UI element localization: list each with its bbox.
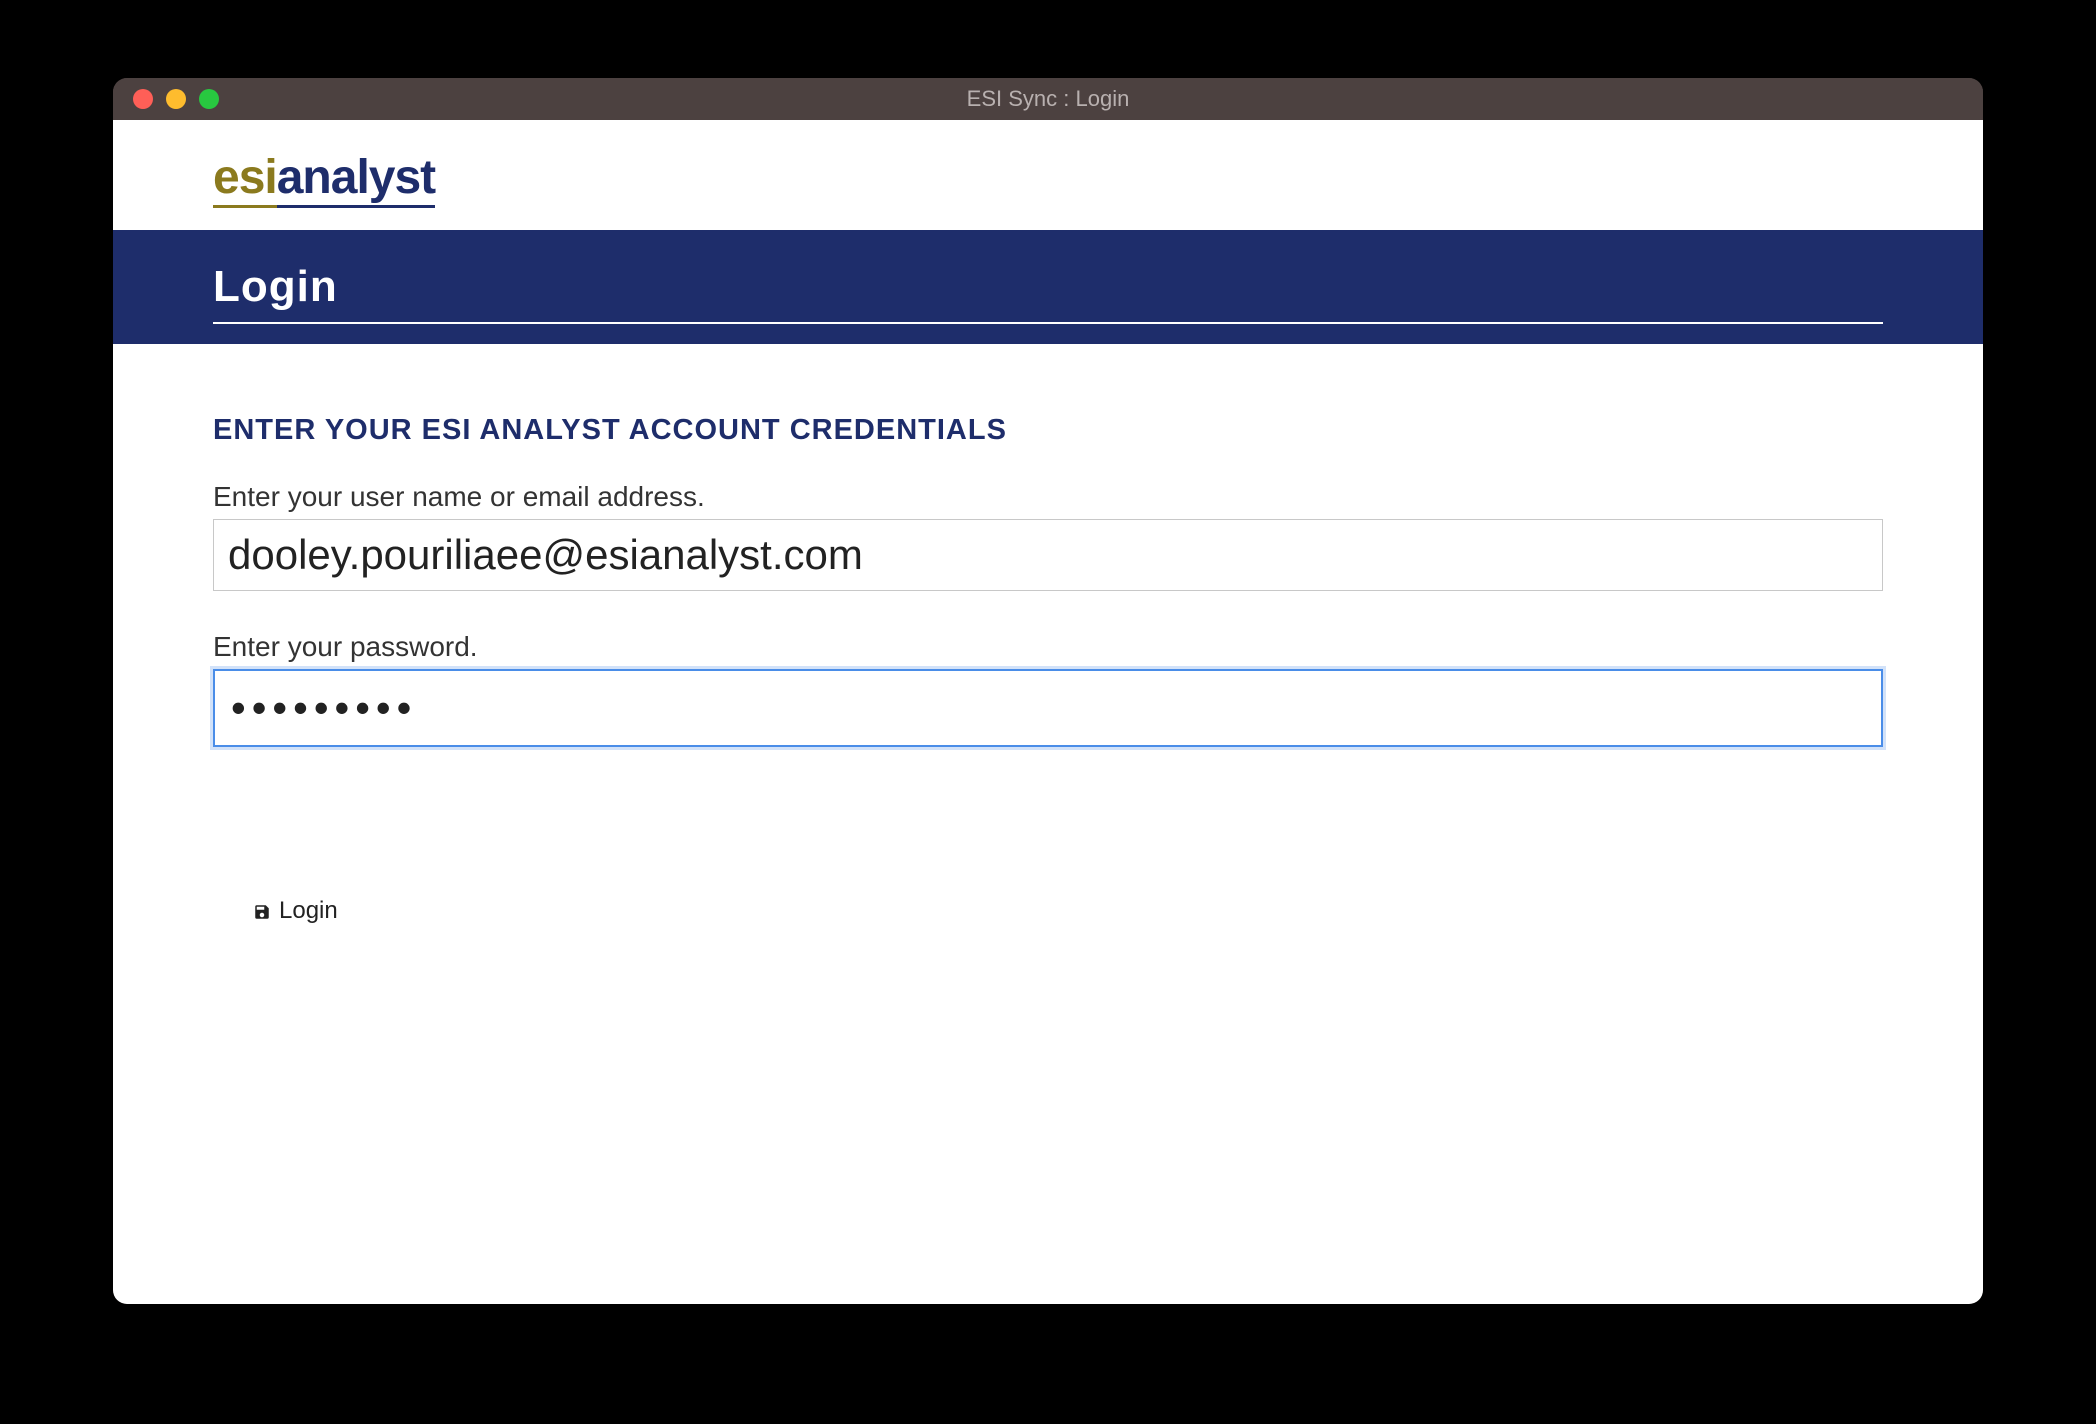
login-form: ENTER YOUR ESI ANALYST ACCOUNT CREDENTIA…: [113, 344, 1983, 787]
save-icon: [253, 901, 271, 921]
page-title: Login: [213, 262, 1883, 324]
esi-analyst-logo: esianalyst: [213, 150, 435, 208]
password-input[interactable]: [213, 669, 1883, 747]
minimize-window-button[interactable]: [166, 89, 186, 109]
login-button-label: Login: [279, 897, 338, 925]
login-button[interactable]: Login: [253, 897, 338, 925]
titlebar: ESI Sync : Login: [113, 78, 1983, 120]
app-window: ESI Sync : Login esianalyst Login ENTER …: [113, 78, 1983, 1304]
maximize-window-button[interactable]: [199, 89, 219, 109]
window-title: ESI Sync : Login: [967, 86, 1130, 112]
logo-area: esianalyst: [113, 120, 1983, 230]
login-button-area: Login: [113, 787, 1983, 967]
traffic-lights: [113, 89, 219, 109]
header-band: Login: [113, 230, 1983, 344]
content-area: esianalyst Login ENTER YOUR ESI ANALYST …: [113, 120, 1983, 1304]
username-input[interactable]: [213, 519, 1883, 591]
close-window-button[interactable]: [133, 89, 153, 109]
form-heading: ENTER YOUR ESI ANALYST ACCOUNT CREDENTIA…: [213, 414, 1883, 447]
password-label: Enter your password.: [213, 631, 1883, 663]
username-label: Enter your user name or email address.: [213, 481, 1883, 513]
logo-part-analyst: analyst: [277, 150, 435, 208]
logo-part-esi: esi: [213, 150, 277, 208]
